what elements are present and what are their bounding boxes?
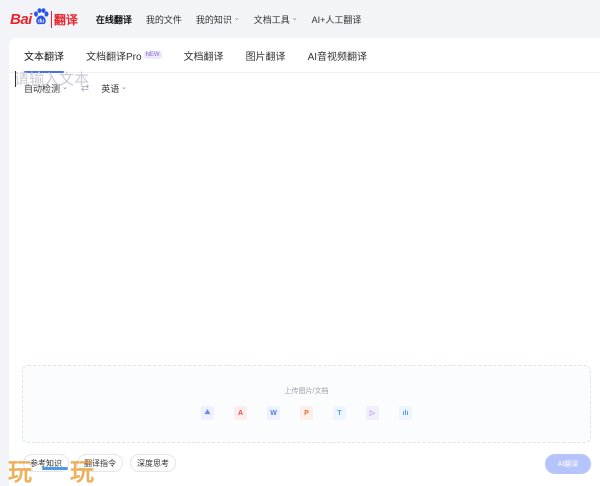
deep-thinking-button[interactable]: 深度思考 [130,454,176,472]
logo-text-bai: Bai [10,10,32,28]
nav-my-knowledge[interactable]: 我的知识 ⌄ [196,13,240,26]
baidu-paw-icon: du [33,8,49,25]
svg-text:du: du [38,19,44,25]
tab-label: 文档翻译Pro [86,52,142,63]
ai-translate-button[interactable]: AI翻译 [545,454,591,474]
nav-my-files[interactable]: 我的文件 [146,13,182,26]
upload-label: 上传图片/文档 [284,388,329,395]
chevron-down-icon: ⌄ [291,15,298,22]
ppt-file-icon[interactable]: P [300,406,313,420]
image-file-icon[interactable]: ⛰ [201,406,214,420]
top-navigation: 在线翻译 我的文件 我的知识 ⌄ 文档工具 ⌄ AI+人工翻译 [96,13,376,26]
watermark-bar [42,467,68,470]
nav-label: 我的文件 [145,14,182,25]
tab-label: 图片翻译 [245,52,286,63]
video-file-icon[interactable]: ▷ [366,406,379,420]
word-file-icon[interactable]: W [267,406,280,420]
top-bar: Bai du 翻译 在线翻译 我的文件 我的知识 ⌄ 文档工具 ⌄ AI+人工翻… [0,0,600,38]
tab-label: AI音视频翻译 [307,52,368,63]
pdf-file-icon[interactable]: A [234,406,247,420]
audio-file-icon[interactable]: ılı [399,406,412,420]
chevron-down-icon: ⌄ [233,15,240,22]
upload-dropzone[interactable]: 上传图片/文档 ⛰ A W P T ▷ ılı [22,365,591,443]
baidu-translate-logo[interactable]: Bai du 翻译 [10,7,78,31]
text-cursor [15,71,16,87]
tab-label: 文本翻译 [24,52,64,63]
nav-ai-human-translate[interactable]: AI+人工翻译 [312,13,362,26]
txt-file-icon[interactable]: T [333,406,346,420]
watermark-glyph-left: 玩 [8,457,32,486]
nav-doc-tools[interactable]: 文档工具 ⌄ [254,13,298,26]
nav-online-translate[interactable]: 在线翻译 [96,13,132,26]
watermark-glyph-right: 玩 [70,457,94,486]
chip-label: 深度思考 [137,458,169,468]
nav-label: AI+人工翻译 [311,14,362,25]
source-text-input[interactable] [14,68,574,318]
nav-label: 文档工具 [253,14,290,25]
file-type-icons: ⛰ A W P T ▷ ılı [23,406,590,420]
nav-label: 在线翻译 [95,14,132,25]
new-badge: NEW [143,51,162,59]
nav-label: 我的知识 [195,14,232,25]
tab-label: 文档翻译 [183,52,224,63]
bottom-actions: 参考知识 翻译指令 深度思考 AI翻译 [9,452,600,476]
logo-text-translate: 翻译 [50,10,78,28]
